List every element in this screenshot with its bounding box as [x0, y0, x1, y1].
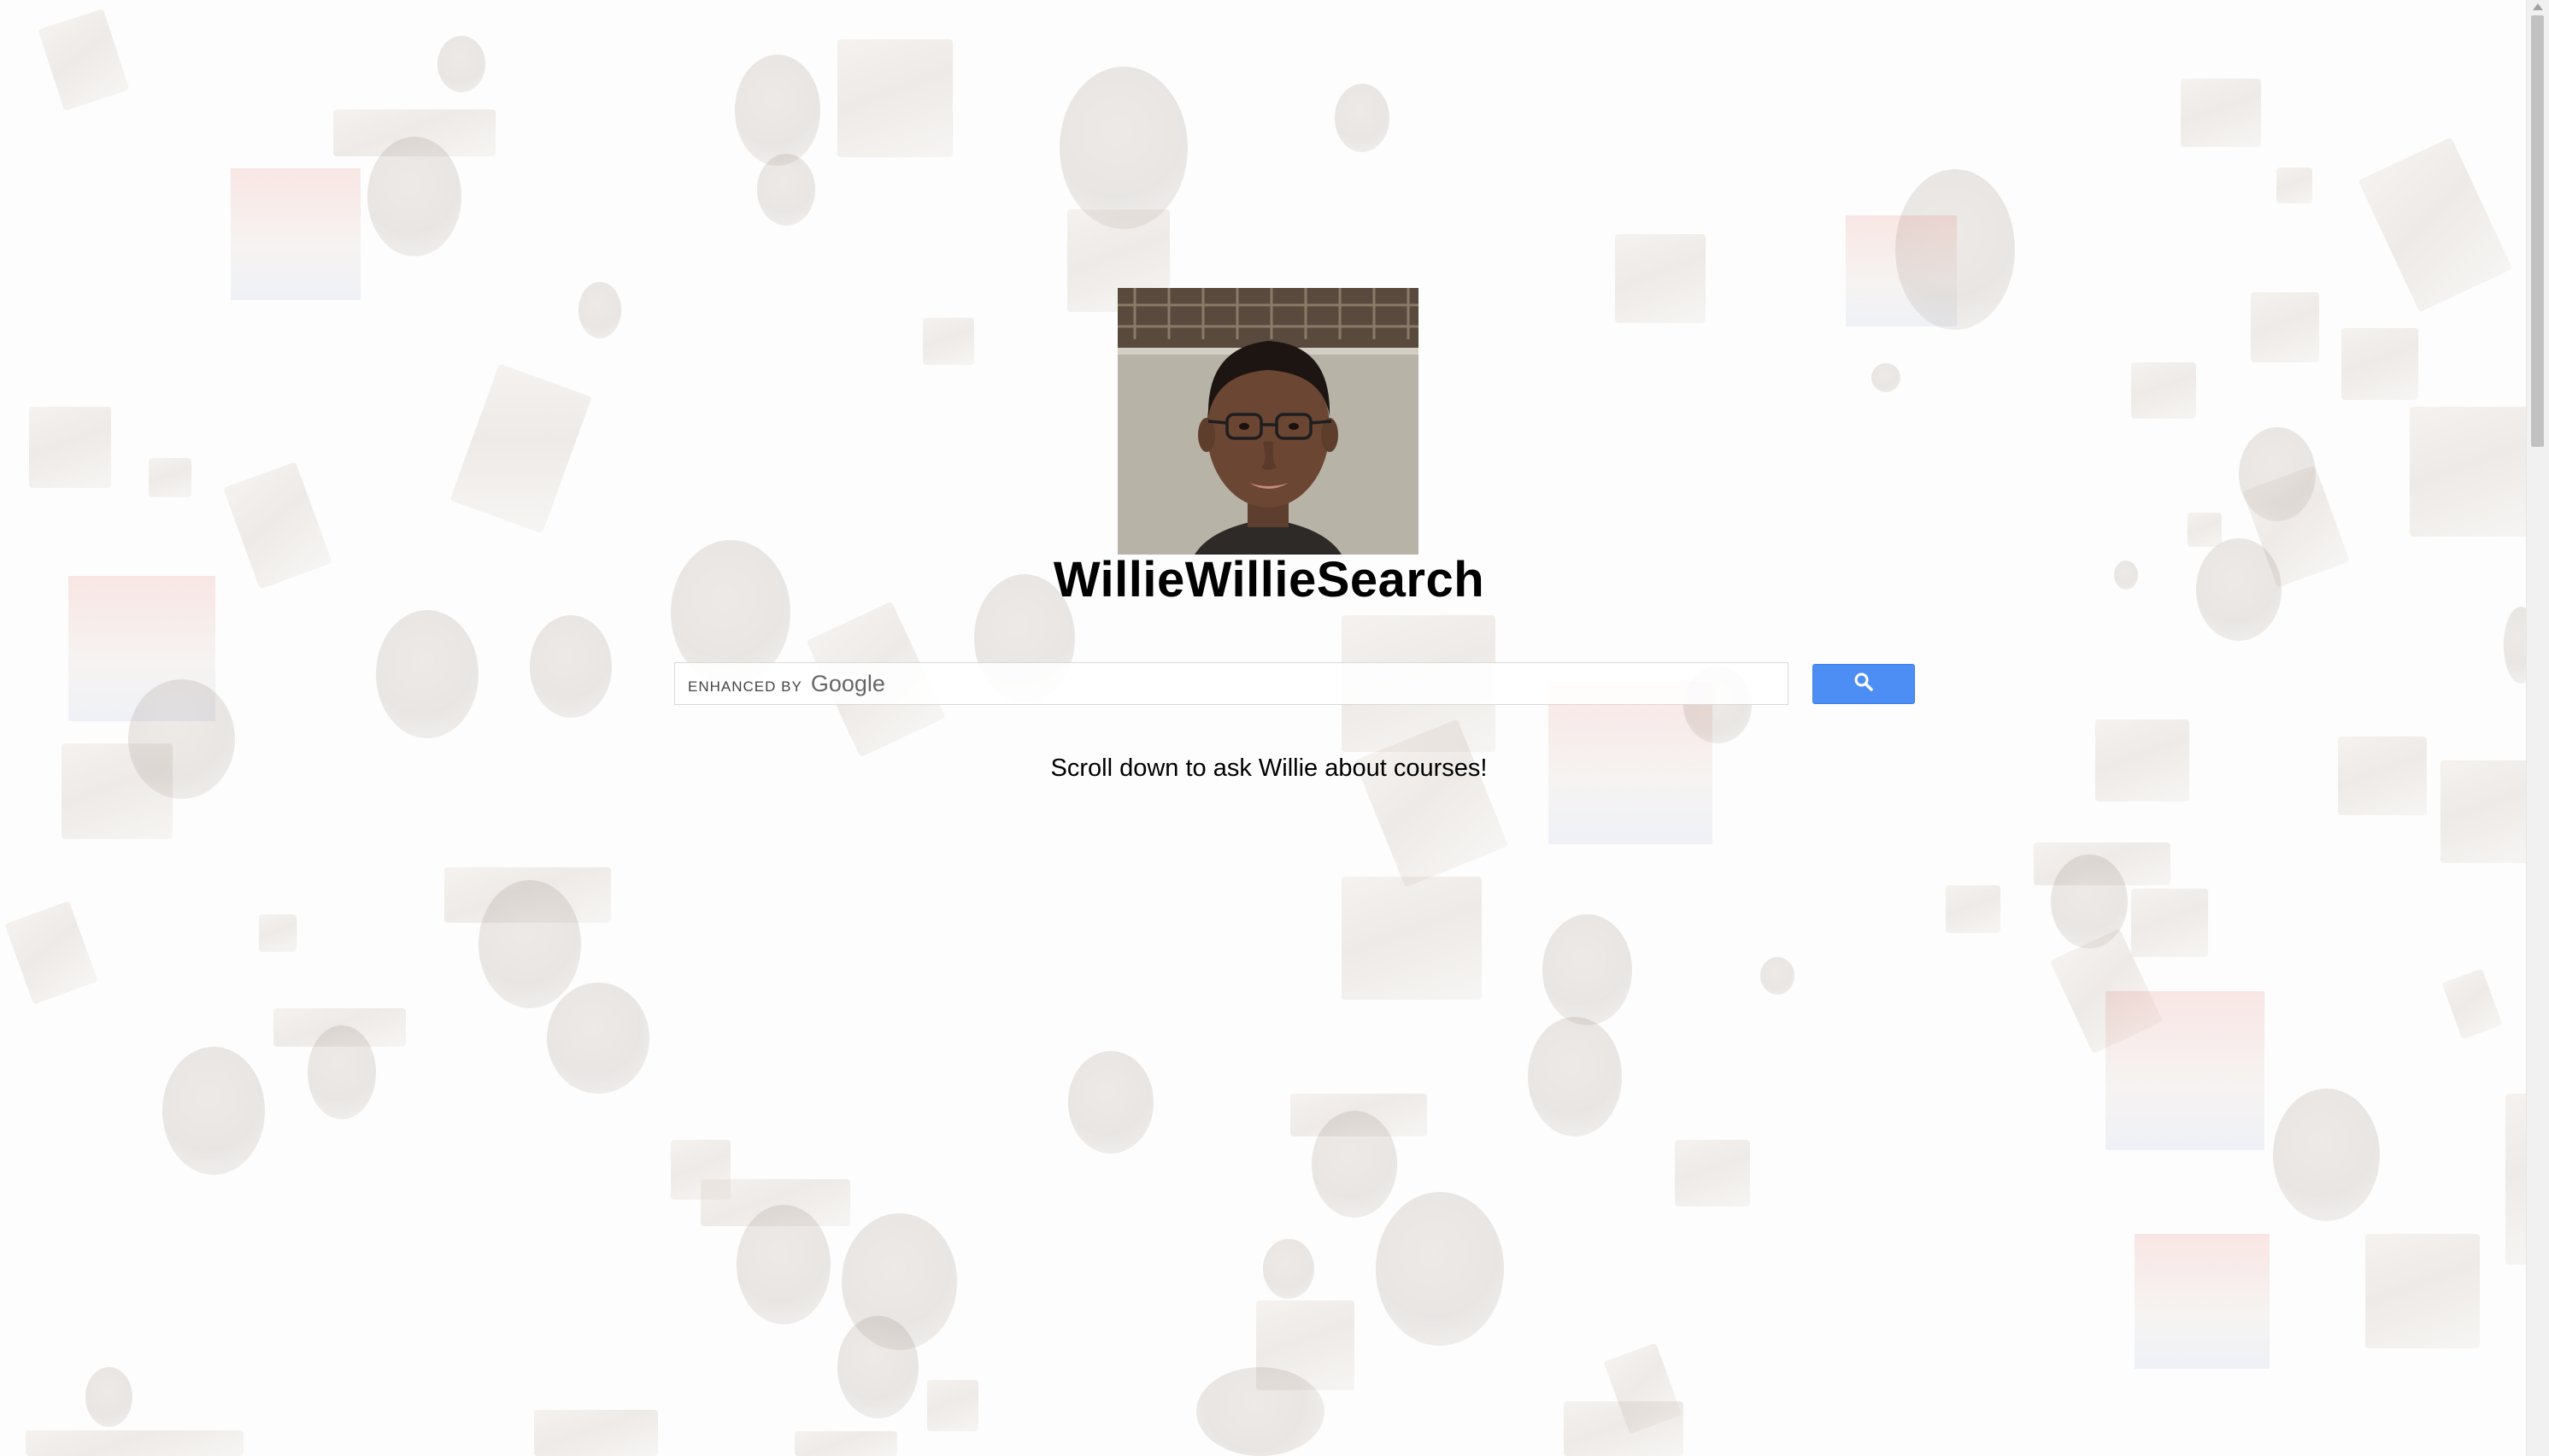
vertical-scrollbar[interactable]: [2526, 0, 2549, 1456]
search-button[interactable]: [1812, 664, 1915, 704]
tagline: Scroll down to ask Willie about courses!: [1050, 754, 1488, 782]
profile-photo: [1118, 288, 1418, 555]
search-input[interactable]: [675, 663, 1788, 704]
search-icon: [1853, 672, 1874, 696]
site-title: WillieWillieSearch: [1053, 552, 1485, 608]
background-photo-collage: [0, 0, 2549, 1456]
scrollbar-thumb[interactable]: [2531, 15, 2544, 447]
page: WillieWillieSearch ENHANCED BY Google Sc…: [0, 0, 2549, 1456]
scroll-up-arrow-icon[interactable]: [2533, 3, 2543, 10]
search-box[interactable]: ENHANCED BY Google: [674, 662, 1788, 705]
